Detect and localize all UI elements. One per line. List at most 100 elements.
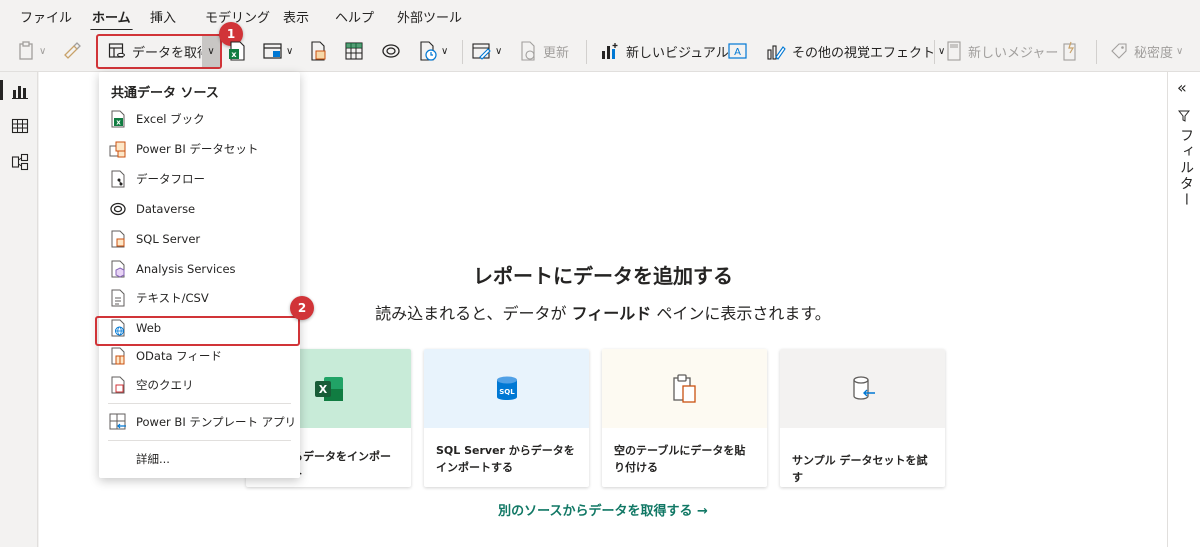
model-view-icon[interactable] [11,153,29,171]
get-data-button[interactable]: データを取得 [108,40,210,62]
transform-data-icon [472,43,491,60]
quick-measure-icon [1063,41,1076,61]
menu-item-label: SQL Server [136,232,201,246]
tab-file[interactable]: ファイル [20,7,72,26]
excel-icon: x [229,41,245,61]
dataflow-icon [111,170,125,188]
menu-item-label: Power BI テンプレート アプリ [136,415,297,429]
chevron-down-icon: ∨ [441,45,449,57]
menu-item-dataflow[interactable]: データフロー [99,165,300,193]
filter-icon [1178,110,1190,122]
sql-server-icon [311,41,326,61]
card-label: サンプル データセットを試す [792,454,928,484]
excel-icon: x [111,110,125,128]
menu-item-dataverse[interactable]: Dataverse [99,195,300,223]
filter-pane-label[interactable]: フィルター [1176,128,1196,208]
format-painter-button[interactable] [62,40,82,62]
filter-pane: « フィルター [1167,72,1200,547]
ribbon: ∨ データを取得 ∨ 1 x ∨ ∨ ∨ 更新 新しいビジュアル A その他の視… [0,22,1200,72]
paste-data-card[interactable]: 空のテーブルにデータを貼り付ける [602,349,767,487]
expand-pane-icon[interactable]: « [1177,78,1187,97]
menu-item-label: データフロー [136,172,205,186]
text-box-button[interactable]: A [728,40,748,62]
menu-item-label: Analysis Services [136,262,236,276]
grid-icon [345,42,363,60]
table-view-icon[interactable] [11,117,29,135]
more-visuals-button[interactable]: その他の視覚エフェクト ∨ [766,40,945,62]
new-visual-icon [602,43,618,59]
odata-icon [111,347,125,365]
calculator-icon [947,41,961,61]
menu-item-label: Dataverse [136,202,196,216]
recent-sources-button[interactable]: ∨ [418,40,448,62]
menu-item-label: Excel ブック [136,112,205,126]
get-data-highlight: データを取得 ∨ [96,34,222,69]
card-label: SQL Server からデータをインポートする [436,444,575,474]
ribbon-separator [1096,40,1097,64]
menu-item-text-csv[interactable]: テキスト/CSV [99,284,300,312]
excel-workbook-button[interactable]: x [228,40,246,62]
ribbon-separator [934,40,935,64]
table-icon [263,43,282,59]
tab-home[interactable]: ホーム [90,7,133,32]
format-painter-icon [64,42,81,59]
ribbon-separator [586,40,587,64]
card-image [602,349,767,428]
get-data-other-source-link[interactable]: 別のソースからデータを取得する → [39,500,1167,519]
sample-dataset-card[interactable]: サンプル データセットを試す [780,349,945,487]
sql-icon: SQL [496,376,517,400]
dataset-icon [109,141,126,158]
sensitivity-icon [1111,43,1127,59]
tab-help[interactable]: ヘルプ [335,7,374,26]
menu-separator [108,403,291,404]
menu-item-powerbi-dataset[interactable]: Power BI データセット [99,135,300,163]
menu-bar: ファイル ホーム 挿入 モデリング 表示 ヘルプ 外部ツール [0,0,1200,32]
menu-item-label: 詳細... [136,452,170,466]
import-sql-card[interactable]: SQL SQL Server からデータをインポートする [424,349,589,487]
tab-external-tools[interactable]: 外部ツール [397,7,462,26]
new-visual-button[interactable]: 新しいビジュアル [600,40,729,62]
card-label: 空のテーブルにデータを貼り付ける [614,444,746,474]
chevron-down-icon: ∨ [495,45,503,57]
quick-measure-button[interactable] [1062,40,1078,62]
menu-item-sql-server[interactable]: SQL Server [99,225,300,253]
transform-data-button[interactable]: ∨ [472,40,502,62]
menu-item-blank-query[interactable]: 空のクエリ [99,371,300,399]
text-csv-icon [111,289,125,307]
chevron-down-icon: ∨ [207,46,215,57]
chevron-down-icon: ∨ [938,45,946,57]
text-box-icon: A [728,43,747,59]
svg-text:x: x [116,119,121,127]
new-measure-label: 新しいメジャー [968,45,1059,61]
subheading-text: 読み込まれると、データが [375,304,572,323]
menu-separator [108,440,291,441]
menu-item-label: OData フィード [136,349,222,363]
sql-server-button[interactable] [309,40,327,62]
dataverse-icon [382,44,400,58]
menu-item-odata[interactable]: OData フィード [99,342,300,370]
menu-item-template-app[interactable]: Power BI テンプレート アプリ [99,408,300,436]
chevron-down-icon: ∨ [39,45,47,57]
menu-item-excel[interactable]: x Excel ブック [99,105,300,133]
dataverse-button[interactable] [381,40,401,62]
tab-view[interactable]: 表示 [283,7,309,26]
get-data-dropdown-chevron[interactable]: ∨ [202,36,220,67]
menu-item-analysis-services[interactable]: Analysis Services [99,255,300,283]
sql-server-icon [111,230,125,248]
database-table-icon [108,43,125,58]
report-view-icon[interactable] [11,82,29,100]
analysis-services-icon [111,260,125,278]
enter-data-button[interactable] [345,40,363,62]
sensitivity-button[interactable]: 秘密度 ∨ [1110,40,1183,62]
refresh-button[interactable]: 更新 [519,40,569,62]
tab-insert[interactable]: 挿入 [150,7,176,26]
dataverse-table-button[interactable]: ∨ [263,40,293,62]
view-nav [0,72,38,547]
more-visuals-icon [767,45,786,60]
excel-icon: X [314,376,343,401]
refresh-label: 更新 [543,45,570,61]
menu-item-more[interactable]: 詳細... [99,445,300,473]
new-measure-button[interactable]: 新しいメジャー [946,40,1058,62]
paste-button[interactable]: ∨ [18,40,46,62]
template-app-icon [109,413,126,430]
